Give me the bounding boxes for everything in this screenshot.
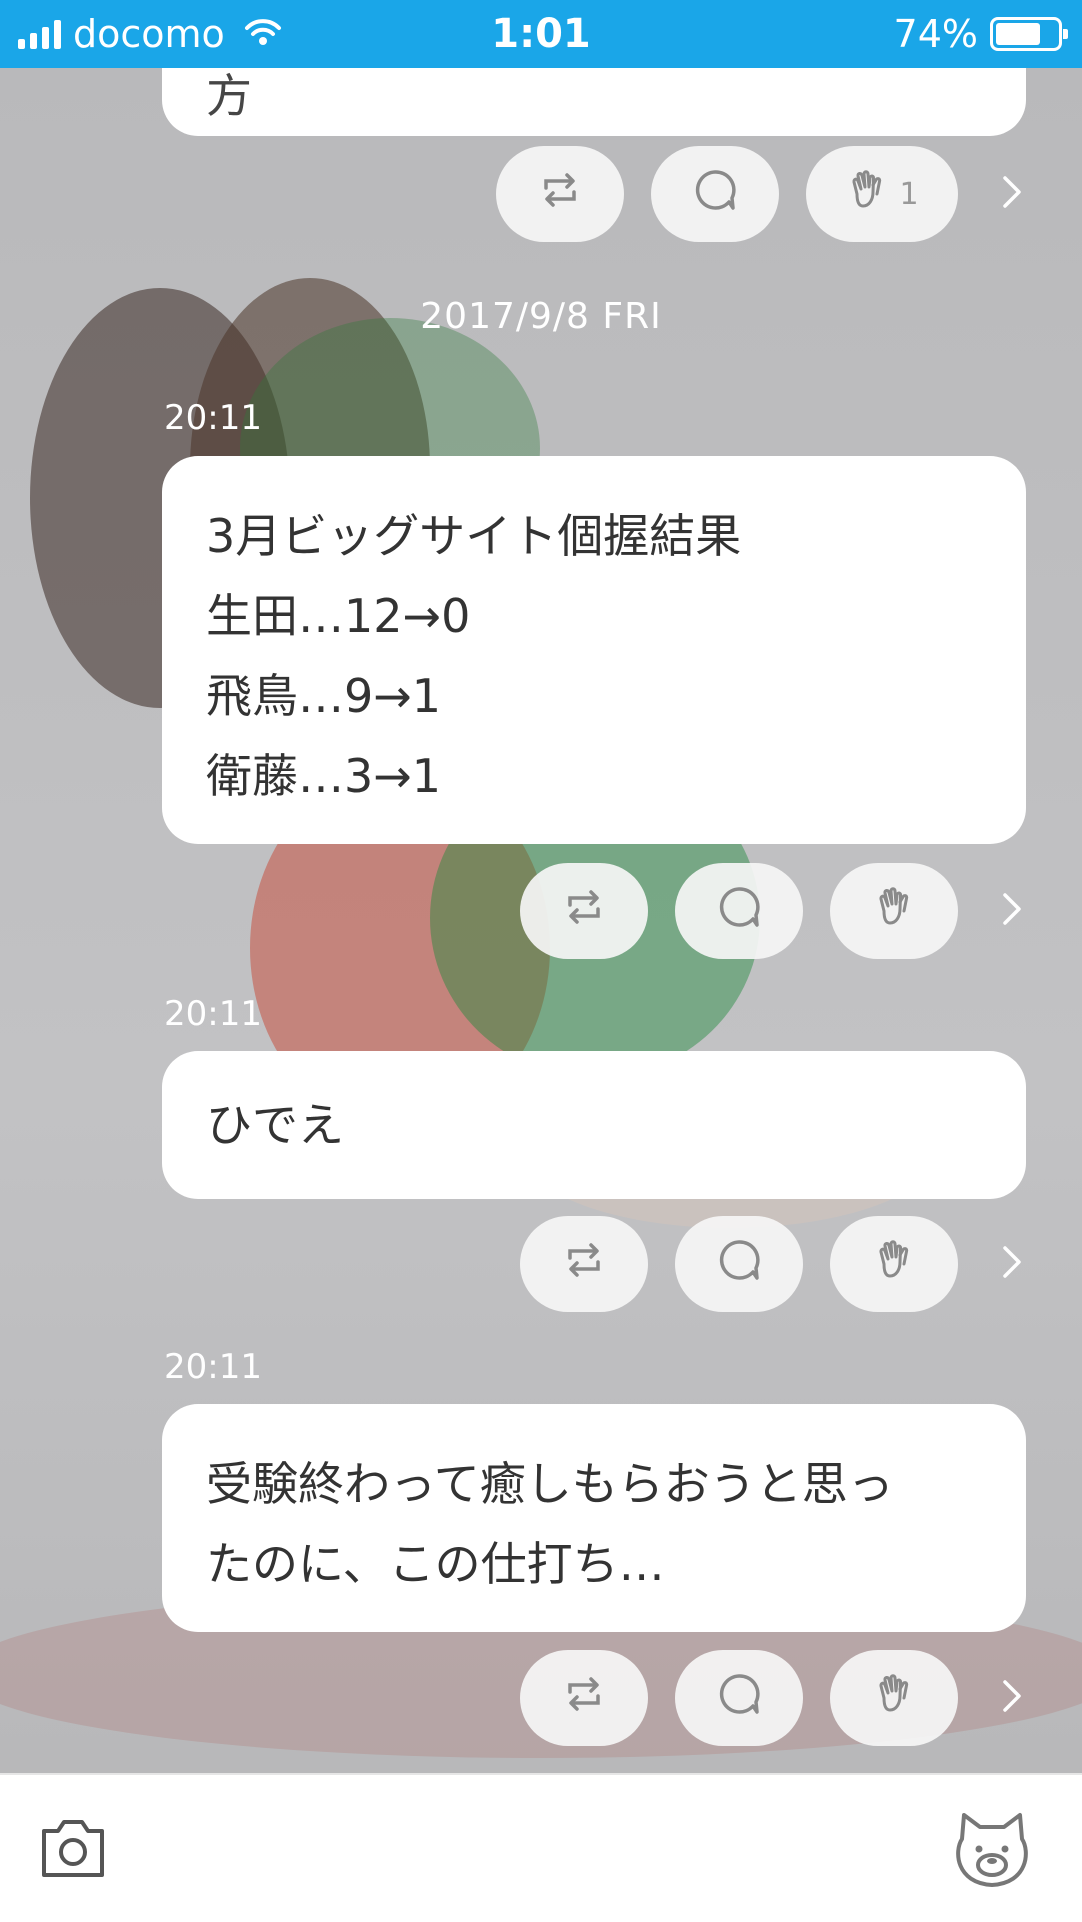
repost-icon bbox=[562, 1240, 606, 1288]
comment-icon bbox=[716, 1237, 762, 1291]
applause-button[interactable] bbox=[830, 1650, 958, 1746]
status-right: 74% bbox=[893, 0, 1068, 68]
post-bubble[interactable]: 方 bbox=[162, 68, 1026, 136]
post-time: 20:11 bbox=[164, 994, 262, 1034]
chevron-right-icon bbox=[1001, 1244, 1023, 1284]
applause-button[interactable] bbox=[830, 1216, 958, 1312]
post-text-line: たのに、この仕打ち… bbox=[206, 1537, 665, 1591]
timeline-feed[interactable]: 方 1 2017/9/8 FRI 20:11 3月ビッグサイト個握結果 生田…1… bbox=[0, 68, 1082, 1773]
bottom-toolbar bbox=[0, 1773, 1082, 1922]
more-button[interactable] bbox=[992, 146, 1032, 242]
post-text-line: 方 bbox=[206, 69, 252, 123]
repost-icon bbox=[562, 887, 606, 935]
post-bubble[interactable]: ひでえ bbox=[162, 1051, 1026, 1199]
bear-icon bbox=[950, 1813, 1034, 1895]
status-bar: docomo 1:01 74% bbox=[0, 0, 1082, 68]
repost-icon bbox=[538, 170, 582, 218]
more-button[interactable] bbox=[992, 1650, 1032, 1746]
post-time: 20:11 bbox=[164, 398, 262, 438]
post-time: 20:11 bbox=[164, 1347, 262, 1387]
camera-button[interactable] bbox=[38, 1815, 108, 1885]
date-header: 2017/9/8 FRI bbox=[420, 296, 662, 337]
post-bubble[interactable]: 受験終わって癒しもらおうと思っ たのに、この仕打ち… bbox=[162, 1404, 1026, 1632]
mascot-button[interactable] bbox=[950, 1809, 1034, 1895]
repost-button[interactable] bbox=[520, 863, 648, 959]
post-text-line: 生田…12→0 bbox=[206, 589, 471, 643]
camera-icon bbox=[38, 1820, 108, 1885]
repost-icon bbox=[562, 1674, 606, 1722]
applause-icon bbox=[872, 1672, 916, 1724]
post-actions: 1 bbox=[0, 146, 1082, 242]
comment-button[interactable] bbox=[651, 146, 779, 242]
chevron-right-icon bbox=[1001, 174, 1023, 214]
chevron-right-icon bbox=[1001, 891, 1023, 931]
post-text-line: ひでえ bbox=[206, 1098, 344, 1152]
more-button[interactable] bbox=[992, 1216, 1032, 1312]
comment-button[interactable] bbox=[675, 1216, 803, 1312]
repost-button[interactable] bbox=[520, 1216, 648, 1312]
battery-fill bbox=[996, 23, 1040, 45]
repost-button[interactable] bbox=[520, 1650, 648, 1746]
applause-count: 1 bbox=[899, 176, 919, 212]
applause-icon bbox=[845, 168, 889, 220]
post-actions bbox=[0, 1216, 1082, 1312]
battery-percent: 74% bbox=[893, 12, 978, 56]
post-bubble[interactable]: 3月ビッグサイト個握結果 生田…12→0 飛鳥…9→1 衛藤…3→1 bbox=[162, 456, 1026, 844]
chevron-right-icon bbox=[1001, 1678, 1023, 1718]
repost-button[interactable] bbox=[496, 146, 624, 242]
post-text-line: 飛鳥…9→1 bbox=[206, 669, 442, 723]
applause-icon bbox=[872, 885, 916, 937]
post-text-line: 衛藤…3→1 bbox=[206, 749, 442, 803]
post-actions bbox=[0, 863, 1082, 959]
comment-icon bbox=[716, 884, 762, 938]
comment-icon bbox=[716, 1671, 762, 1725]
post-actions bbox=[0, 1650, 1082, 1746]
battery-icon bbox=[990, 17, 1068, 51]
post-text-line: 受験終わって癒しもらおうと思っ bbox=[206, 1457, 894, 1511]
post-text-line: 3月ビッグサイト個握結果 bbox=[206, 509, 742, 563]
applause-icon bbox=[872, 1238, 916, 1290]
applause-button[interactable]: 1 bbox=[806, 146, 958, 242]
more-button[interactable] bbox=[992, 863, 1032, 959]
comment-button[interactable] bbox=[675, 1650, 803, 1746]
comment-icon bbox=[692, 167, 738, 221]
comment-button[interactable] bbox=[675, 863, 803, 959]
applause-button[interactable] bbox=[830, 863, 958, 959]
